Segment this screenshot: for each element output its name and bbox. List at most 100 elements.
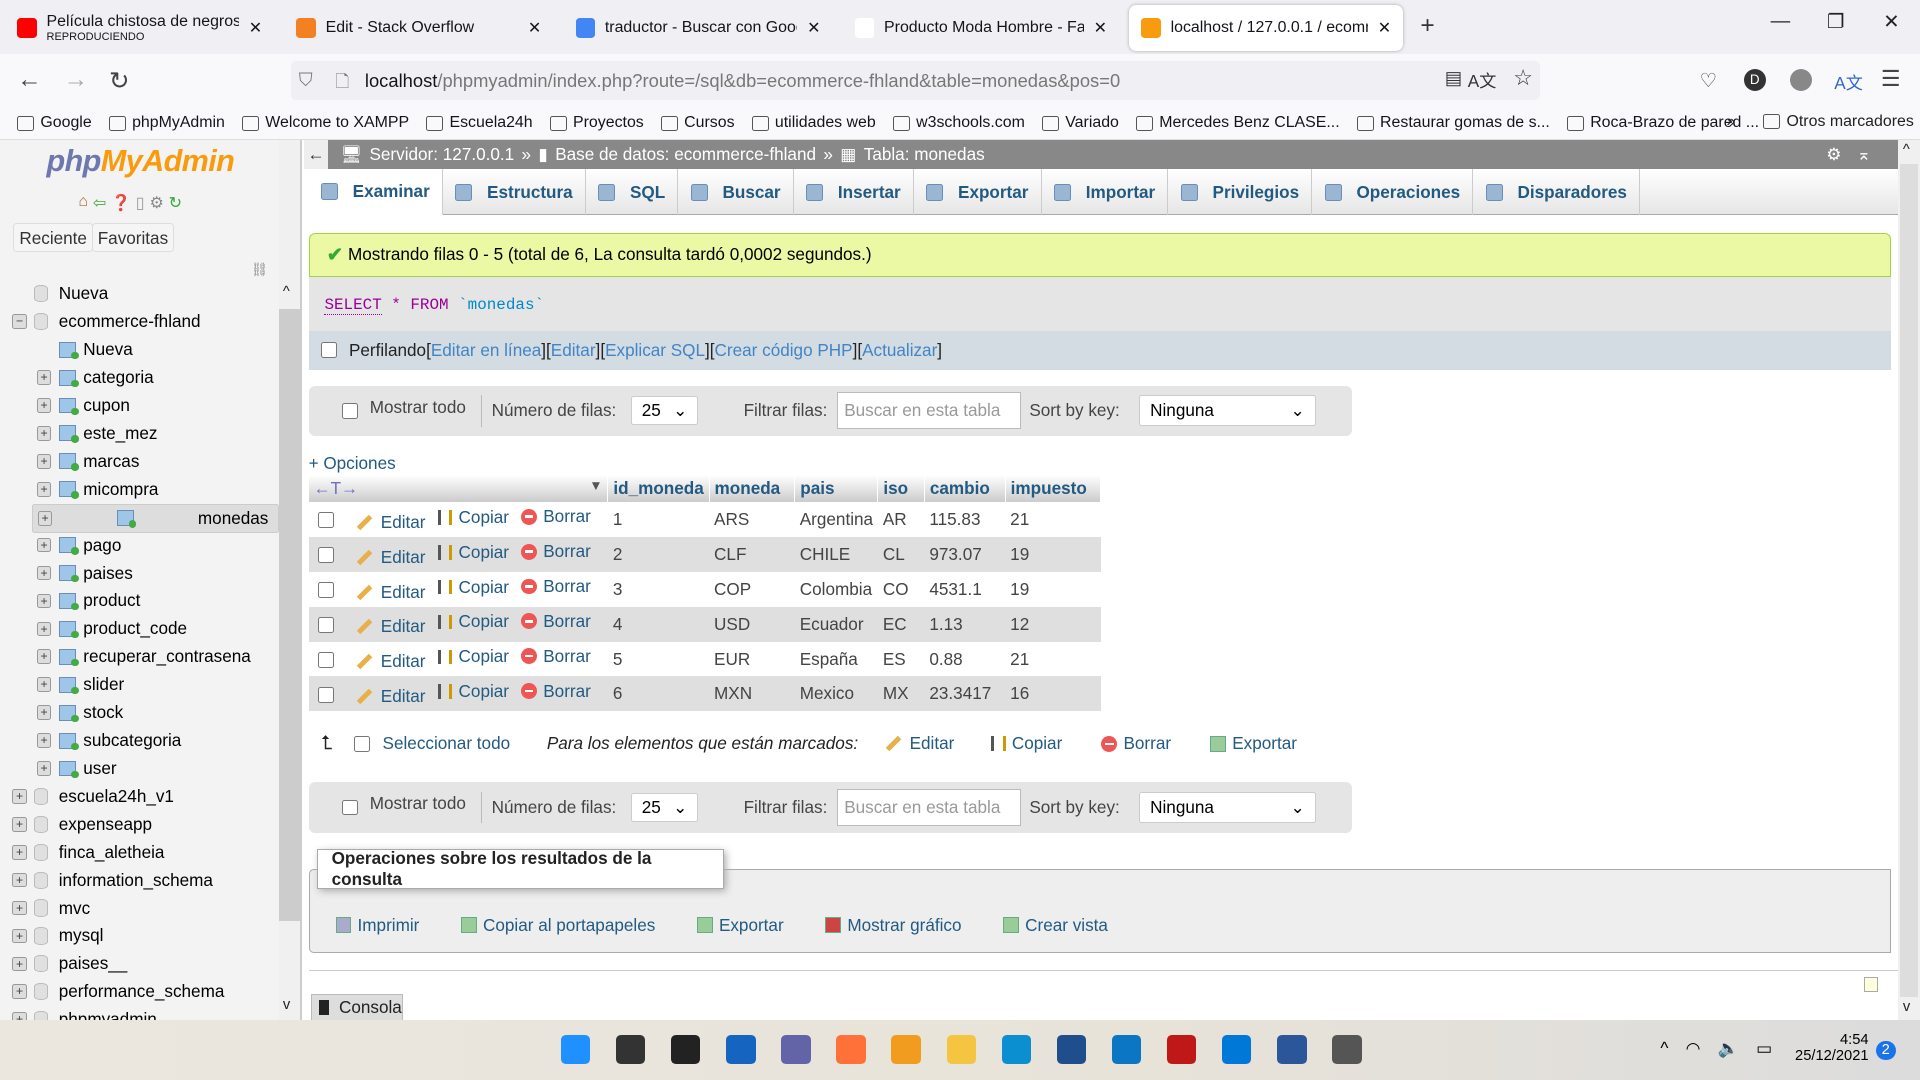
sublime-icon[interactable] <box>891 1034 921 1065</box>
vscode-icon[interactable] <box>1222 1034 1252 1065</box>
tab-disparadores[interactable]: Disparadores <box>1473 168 1641 216</box>
column-header[interactable]: moneda <box>709 475 796 503</box>
expand-icon[interactable]: + <box>36 677 52 693</box>
close-tab-icon[interactable]: ✕ <box>807 18 820 38</box>
expand-icon[interactable]: + <box>37 511 53 526</box>
tree-item[interactable]: + monedas <box>31 503 280 534</box>
close-tab-icon[interactable]: ✕ <box>249 18 262 38</box>
expand-icon[interactable]: + <box>36 621 52 637</box>
bookmark-item[interactable]: Escuela24h <box>426 114 533 132</box>
expand-icon[interactable]: + <box>36 370 52 385</box>
console-tab[interactable]: Consola <box>311 994 403 1020</box>
bulk-delete-button[interactable]: Borrar <box>1101 733 1171 754</box>
delete-button[interactable]: Borrar <box>521 646 591 667</box>
profiling-link[interactable]: Explicar SQL <box>605 340 705 361</box>
column-header[interactable]: impuesto <box>1005 475 1102 503</box>
tab-privilegios[interactable]: Privilegios <box>1168 168 1313 216</box>
expand-icon[interactable]: + <box>12 956 27 972</box>
tab-operaciones[interactable]: Operaciones <box>1312 168 1474 216</box>
cell-moneda[interactable]: ARS <box>709 502 795 537</box>
cell-impuesto[interactable]: 19 <box>1005 571 1101 607</box>
edit-button[interactable]: Editar <box>356 616 426 637</box>
row-checkbox[interactable] <box>318 651 335 668</box>
cell-pais[interactable]: España <box>794 641 878 677</box>
row-checkbox[interactable] <box>318 616 335 633</box>
select-all-link[interactable]: Seleccionar todo <box>383 733 511 754</box>
expand-icon[interactable]: + <box>12 900 27 916</box>
delete-button[interactable]: Borrar <box>521 576 591 597</box>
cell-iso[interactable]: MX <box>877 676 925 712</box>
tab-estructura[interactable]: Estructura <box>443 168 586 216</box>
edit-button[interactable]: Editar <box>356 547 426 568</box>
show-all-checkbox[interactable] <box>341 402 358 419</box>
sort-select[interactable]: Ninguna ⌄ <box>1139 792 1316 823</box>
expand-icon[interactable]: + <box>36 649 52 665</box>
expand-icon[interactable]: + <box>36 426 52 441</box>
bookmark-item[interactable]: Variado <box>1042 114 1119 132</box>
tree-item[interactable]: + cupon <box>36 392 130 419</box>
pocket-icon[interactable]: ♡ <box>1700 69 1718 93</box>
word-icon[interactable] <box>1277 1034 1307 1065</box>
column-arrows[interactable]: ←T→ ▼ <box>308 475 609 503</box>
expand-icon[interactable]: + <box>36 398 52 413</box>
sort-select[interactable]: Ninguna ⌄ <box>1139 395 1316 427</box>
expand-icon[interactable]: + <box>36 481 52 497</box>
dell-icon[interactable] <box>1111 1034 1142 1065</box>
show-hidden-icons[interactable]: ^ <box>1660 1038 1668 1059</box>
bulk-export-button[interactable]: Exportar <box>1210 733 1297 754</box>
close-window-button[interactable]: ✕ <box>1883 10 1899 34</box>
delete-button[interactable]: Borrar <box>521 681 591 702</box>
expand-icon[interactable]: + <box>36 565 52 581</box>
browser-tab[interactable]: Edit - Stack Overflow ✕ <box>284 5 553 52</box>
row-checkbox[interactable] <box>318 512 335 529</box>
breadcrumb-server[interactable]: Servidor: 127.0.0.1 <box>369 144 514 165</box>
tree-item[interactable]: + finca_aletheia <box>12 839 164 866</box>
browser-tab[interactable]: traductor - Buscar con Google ✕ <box>563 5 832 52</box>
tree-item[interactable]: Nueva <box>37 336 133 363</box>
mcafee-icon[interactable] <box>1166 1034 1197 1065</box>
store-icon[interactable] <box>1056 1034 1087 1065</box>
bookmark-star-icon[interactable]: ☆ <box>1513 65 1533 91</box>
delete-button[interactable]: Borrar <box>521 611 591 632</box>
cell-cambio[interactable]: 973.07 <box>924 536 1006 572</box>
tab-sql[interactable]: SQL <box>586 168 679 216</box>
file-explorer-icon[interactable] <box>946 1034 976 1065</box>
chat-icon[interactable] <box>781 1034 811 1065</box>
tree-item[interactable]: Nueva <box>12 280 108 307</box>
copy-button[interactable]: Copiar <box>437 681 509 702</box>
wifi-icon[interactable]: ◠ <box>1686 1038 1701 1059</box>
query-op-2[interactable]: Exportar <box>696 915 784 936</box>
tab-buscar[interactable]: Buscar <box>678 168 794 216</box>
tree-item[interactable]: + escuela24h_v1 <box>12 783 174 810</box>
cell-impuesto[interactable]: 16 <box>1005 676 1101 712</box>
expand-icon[interactable]: + <box>36 454 52 469</box>
shield-icon[interactable]: ⛉ <box>299 69 313 91</box>
tree-item[interactable]: + paises__ <box>12 950 127 977</box>
profile-avatar[interactable]: D <box>1743 68 1766 91</box>
close-tab-icon[interactable]: ✕ <box>1094 18 1107 38</box>
query-op-3[interactable]: Mostrar gráfico <box>825 915 962 936</box>
expand-icon[interactable]: + <box>12 984 27 1000</box>
link-with-main-panel-icon[interactable]: ⛓ <box>251 262 268 278</box>
profiling-link[interactable]: Crear código PHP <box>715 340 853 361</box>
more-bookmarks-icon[interactable]: » <box>1727 113 1736 131</box>
tree-item[interactable]: + stock <box>36 699 123 726</box>
forward-icon[interactable]: → <box>64 66 88 94</box>
cell-id_moneda[interactable]: 3 <box>607 571 710 607</box>
cell-cambio[interactable]: 1.13 <box>924 606 1006 642</box>
cell-pais[interactable]: Colombia <box>794 571 878 607</box>
expand-icon[interactable]: + <box>12 816 27 832</box>
cell-cambio[interactable]: 4531.1 <box>924 571 1006 607</box>
expand-icon[interactable]: + <box>12 789 27 804</box>
edit-button[interactable]: Editar <box>356 651 426 672</box>
tree-item[interactable]: + product <box>36 587 140 614</box>
scrollbar-thumb[interactable] <box>1900 164 1918 997</box>
sort-dropdown-icon[interactable]: ▼ <box>589 478 602 493</box>
scroll-down-icon[interactable]: v <box>1903 999 1910 1015</box>
home-icon[interactable]: ⌂ <box>78 193 88 213</box>
reader-view-icon[interactable]: ▤ <box>1445 67 1462 89</box>
cell-moneda[interactable]: CLF <box>709 536 795 572</box>
expand-icon[interactable]: + <box>12 872 27 888</box>
phpmyadmin-logo[interactable]: phpMyAdmin <box>47 144 235 179</box>
tree-item[interactable]: + subcategoria <box>36 727 181 754</box>
